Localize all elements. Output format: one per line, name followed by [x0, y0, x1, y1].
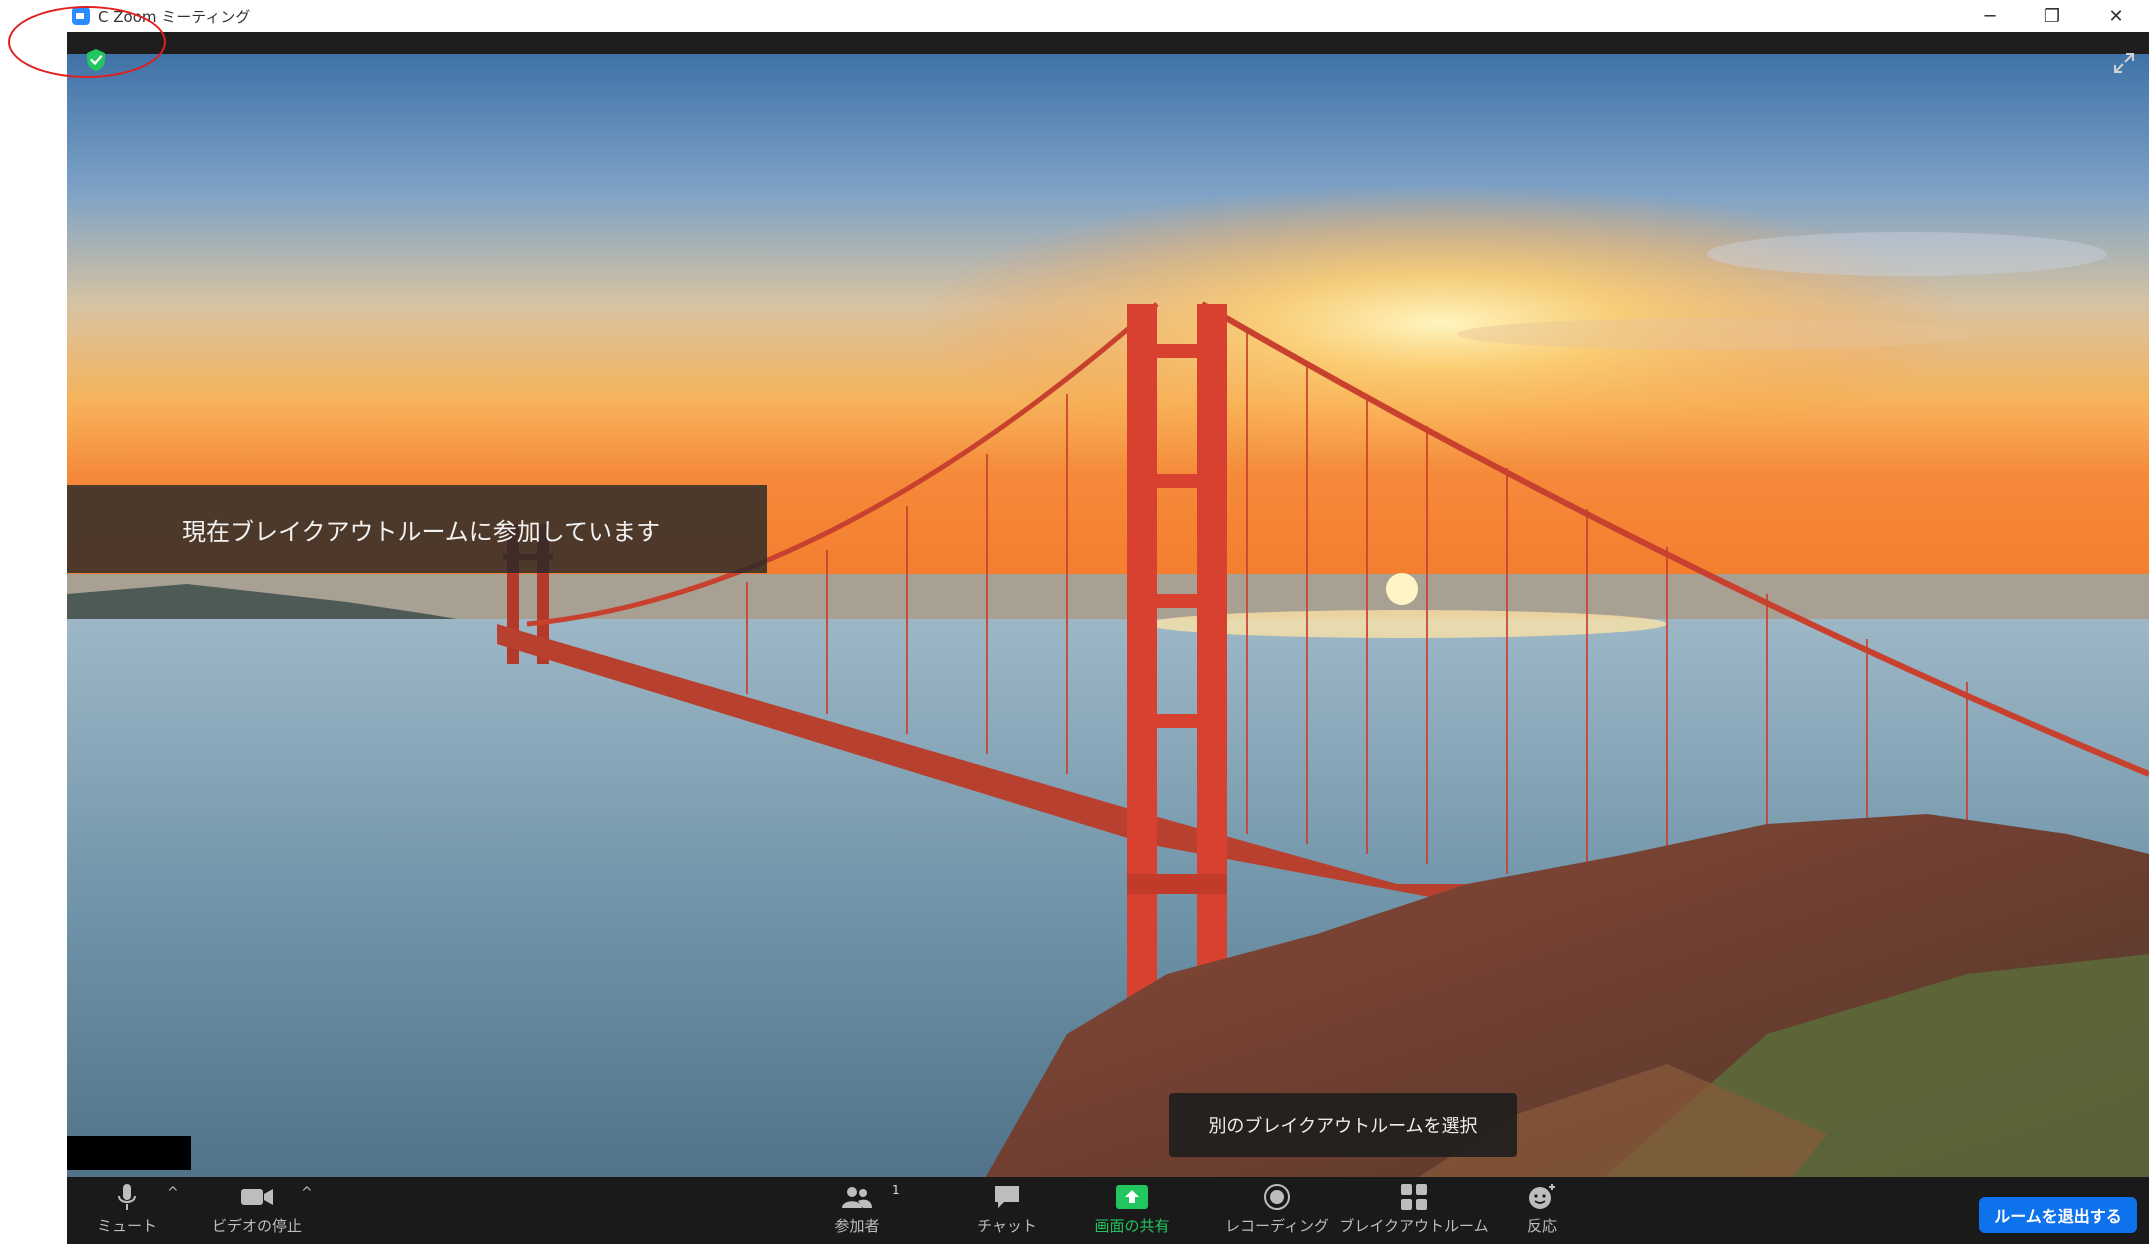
- participants-icon: [842, 1187, 872, 1208]
- participants-count: 1: [892, 1183, 900, 1197]
- annotation-circle: [8, 6, 166, 78]
- participant-name-tag: [67, 1136, 191, 1170]
- meeting-window: 現在ブレイクアウトルームに参加しています 別のブレイクアウトルームを選択 ミュー…: [67, 32, 2149, 1244]
- breakout-rooms-icon: [1401, 1184, 1427, 1210]
- share-screen-label: 画面の共有: [1094, 1217, 1170, 1235]
- virtual-background-image: [67, 54, 2149, 1210]
- microphone-icon: [118, 1184, 136, 1210]
- chat-button[interactable]: チャット: [967, 1177, 1047, 1244]
- smiley-icon: [1529, 1184, 1555, 1209]
- breakout-rooms-label: ブレイクアウトルーム: [1339, 1217, 1489, 1235]
- audio-options-caret[interactable]: ^: [167, 1185, 179, 1201]
- golden-gate-bridge-image: [67, 54, 2149, 1210]
- mute-button[interactable]: ミュート: [87, 1177, 167, 1244]
- participants-label: 参加者: [834, 1217, 880, 1235]
- chat-bubble-icon: [995, 1186, 1019, 1208]
- stop-video-button[interactable]: ビデオの停止: [197, 1177, 317, 1244]
- record-button[interactable]: レコーディング: [1212, 1177, 1342, 1244]
- select-breakout-room-button[interactable]: 別のブレイクアウトルームを選択: [1169, 1093, 1517, 1157]
- share-screen-button[interactable]: 画面の共有: [1077, 1177, 1187, 1244]
- record-icon: [1264, 1184, 1290, 1210]
- meeting-toolbar: ミュート ^ ビデオの停止 ^ 参加者 1 チャット 画面の共有 レコーディング…: [67, 1177, 2149, 1244]
- chat-label: チャット: [977, 1217, 1037, 1235]
- close-button[interactable]: ✕: [2086, 0, 2146, 32]
- breakout-rooms-button[interactable]: ブレイクアウトルーム: [1339, 1177, 1489, 1244]
- reactions-label: 反応: [1526, 1217, 1557, 1235]
- mute-label: ミュート: [96, 1217, 157, 1235]
- record-label: レコーディング: [1225, 1217, 1329, 1235]
- reactions-button[interactable]: 反応: [1502, 1177, 1582, 1244]
- minimize-button[interactable]: ─: [1960, 0, 2020, 32]
- share-screen-icon: [1116, 1185, 1148, 1209]
- maximize-button[interactable]: ❐: [2022, 0, 2082, 32]
- stop-video-label: ビデオの停止: [211, 1217, 302, 1235]
- fullscreen-icon[interactable]: [2111, 50, 2137, 76]
- video-options-caret[interactable]: ^: [301, 1185, 313, 1201]
- video-camera-icon: [241, 1189, 273, 1205]
- participants-button[interactable]: 参加者: [817, 1177, 897, 1244]
- leave-room-button[interactable]: ルームを退出する: [1979, 1197, 2137, 1233]
- meeting-top-strip: [67, 32, 2149, 54]
- breakout-room-banner: 現在ブレイクアウトルームに参加しています: [67, 485, 767, 573]
- window-titlebar: C Zoom ミーティング ─ ❐ ✕: [0, 0, 2149, 32]
